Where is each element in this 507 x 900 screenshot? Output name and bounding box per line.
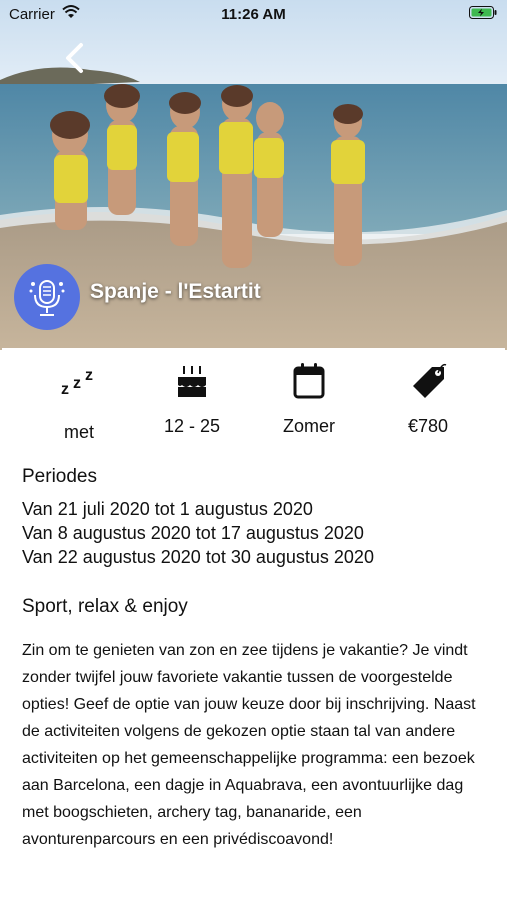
feature-age-label: 12 - 25 <box>163 416 221 436</box>
sport-description: Zin om te genieten van zon en zee tijden… <box>22 642 476 848</box>
feature-price: €780 <box>373 360 483 437</box>
feature-row: z z z met 12 - 25 Zomer €780 <box>2 348 505 448</box>
detail-card: z z z met 12 - 25 Zomer €780 Periodes Va… <box>2 348 505 900</box>
sleep-zzz-icon: z z z <box>61 367 93 396</box>
periodes-title: Periodes <box>22 466 97 487</box>
sport-title: Sport, relax & enjoy <box>22 596 188 617</box>
hero-image: Carrier 11:26 AM Spanje - l'Estartit <box>0 0 507 350</box>
microphone-logo-icon <box>29 280 65 316</box>
svg-text:z: z <box>85 367 93 384</box>
feature-season-label: Zomer <box>282 416 335 436</box>
period-item: Van 22 augustus 2020 tot 30 augustus 202… <box>22 547 374 567</box>
period-item: Van 21 juli 2020 tot 1 augustus 2020 <box>22 499 313 519</box>
price-tag-icon <box>413 363 447 398</box>
period-item: Van 8 augustus 2020 tot 17 augustus 2020 <box>22 523 364 543</box>
feature-sleep: z z z met <box>24 360 134 443</box>
organizer-avatar <box>14 264 80 330</box>
page-title: Spanje - l'Estartit <box>90 280 261 303</box>
calendar-icon <box>293 363 325 399</box>
feature-price-label: €780 <box>407 416 449 436</box>
status-bar: Carrier 11:26 AM <box>0 0 507 28</box>
svg-text:z: z <box>73 375 81 392</box>
svg-text:z: z <box>61 381 69 396</box>
birthday-cake-icon <box>178 366 206 397</box>
battery-charging-icon <box>469 6 497 19</box>
back-button[interactable] <box>56 40 92 76</box>
feature-sleep-label: met <box>63 422 94 442</box>
feature-season: Zomer <box>254 360 364 437</box>
period-list: Van 21 juli 2020 tot 1 augustus 2020 Van… <box>22 497 374 569</box>
feature-age: 12 - 25 <box>137 360 247 437</box>
status-time: 11:26 AM <box>221 6 286 23</box>
chevron-left-icon <box>66 43 83 73</box>
